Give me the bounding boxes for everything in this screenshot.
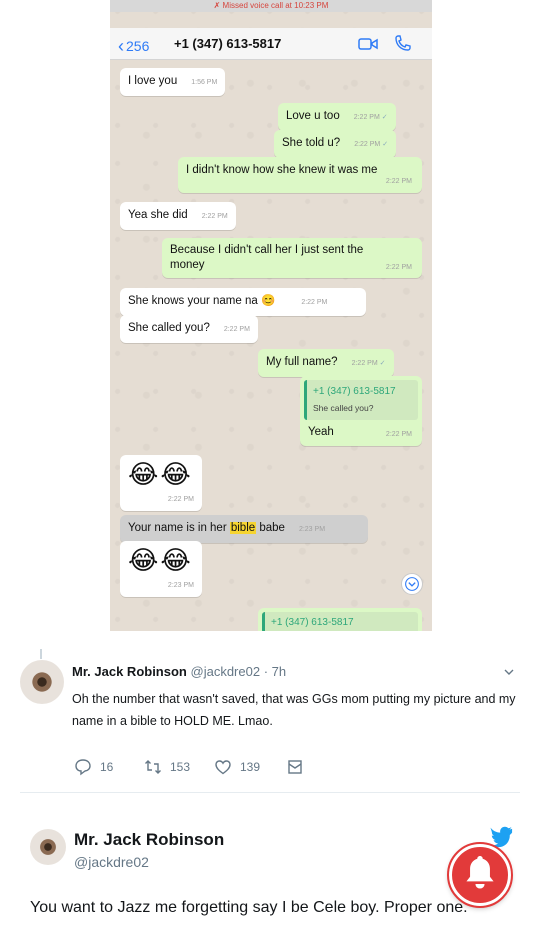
message-time: 2:22 PM	[385, 178, 412, 185]
chat-header: ‹ 256 +1 (347) 613-5817	[110, 28, 432, 60]
quoted-message[interactable]: +1 (347) 613-5817	[262, 612, 418, 631]
message-outgoing: I didn't know how she knew it was me 2:2…	[178, 157, 422, 193]
tweet-age: · 7h	[263, 664, 287, 679]
reply-button[interactable]: 16	[74, 758, 113, 776]
author-handle: @jackdre02	[190, 664, 261, 679]
message-time: 2:22 PM	[353, 114, 380, 121]
message-outgoing: My full name? 2:22 PM ✓	[258, 349, 394, 377]
like-button[interactable]: 139	[214, 758, 260, 776]
chat-screenshot: ✗ Missed voice call at 10:23 PM ‹ 256 +1 …	[110, 0, 432, 631]
quoted-text: She called you?	[313, 403, 374, 413]
share-button[interactable]	[286, 758, 304, 776]
quoted-sender: +1 (347) 613-5817	[271, 617, 354, 628]
laughing-emoji-icon: 😂😂	[128, 460, 193, 490]
message-text: She told u?	[282, 137, 341, 149]
message-text-line: Because I didn't call her I just sent th…	[170, 244, 364, 256]
read-ticks-icon: ✓	[382, 141, 389, 148]
tweet-text-line: Oh the number that wasn't saved, that wa…	[72, 692, 516, 706]
message-incoming: Yea she did 2:22 PM	[120, 202, 236, 230]
message-text: babe	[256, 522, 285, 534]
reply-count: 16	[100, 760, 114, 774]
message-time: 2:22 PM	[301, 299, 328, 306]
message-time: 1:56 PM	[191, 79, 218, 86]
message-text: I love you	[128, 75, 178, 87]
chevron-down-icon	[405, 577, 419, 591]
laughing-emoji-icon: 😂😂	[128, 546, 193, 576]
message-outgoing: She told u? 2:22 PM ✓	[274, 130, 397, 158]
avatar[interactable]	[30, 829, 66, 865]
message-outgoing-reply: +1 (347) 613-5817 She called you? Yeah 2…	[300, 376, 422, 446]
author-handle[interactable]: @jackdre02	[74, 854, 149, 870]
notification-bell-button[interactable]	[447, 842, 513, 908]
chevron-down-icon[interactable]	[503, 666, 515, 678]
retweet-count: 153	[170, 760, 191, 774]
quoted-sender: +1 (347) 613-5817	[313, 386, 396, 397]
heart-icon	[215, 760, 231, 775]
message-incoming: I love you 1:56 PM	[120, 68, 226, 96]
message-text: She knows your name na	[128, 295, 258, 307]
message-outgoing-reply: +1 (347) 613-5817	[258, 608, 422, 631]
missed-call-icon: ✗	[213, 1, 223, 10]
message-time: 2:22 PM	[201, 213, 228, 220]
message-time: 2:22 PM	[385, 264, 412, 271]
like-count: 139	[240, 760, 261, 774]
message-text: Love u too	[286, 110, 340, 122]
chevron-left-icon: ‹	[118, 36, 124, 56]
divider	[20, 792, 520, 793]
message-outgoing: Love u too 2:22 PM ✓	[278, 103, 396, 131]
message-outgoing: Because I didn't call her I just sent th…	[162, 238, 422, 278]
tweet-text: Oh the number that wasn't saved, that wa…	[72, 688, 516, 732]
read-ticks-icon: ✓	[379, 360, 386, 367]
message-time: 2:22 PM	[351, 360, 378, 367]
message-text: My full name?	[266, 356, 338, 368]
thread-line	[40, 649, 42, 659]
missed-call-banner: ✗ Missed voice call at 10:23 PM	[110, 0, 432, 12]
message-incoming: Your name is in her bible babe 2:23 PM	[120, 515, 368, 543]
retweet-icon	[145, 760, 161, 774]
phone-call-icon[interactable]	[394, 34, 412, 52]
message-text: She called you?	[128, 322, 210, 334]
quoted-message[interactable]: +1 (347) 613-5817 She called you?	[304, 380, 418, 420]
bell-icon	[466, 856, 494, 889]
message-incoming-emoji: 😂😂 2:22 PM	[120, 455, 202, 511]
page: ✗ Missed voice call at 10:23 PM ‹ 256 +1 …	[0, 0, 540, 929]
reply-icon	[75, 759, 91, 776]
author-name[interactable]: Mr. Jack Robinson	[74, 830, 224, 850]
twitter-bird-icon[interactable]	[490, 826, 514, 848]
message-incoming: She called you? 2:22 PM	[120, 315, 258, 343]
retweet-button[interactable]: 153	[144, 758, 190, 776]
back-count: 256	[126, 38, 150, 54]
message-text-line: money	[170, 259, 205, 271]
back-button[interactable]: ‹ 256	[118, 35, 149, 56]
video-call-icon[interactable]	[358, 37, 378, 51]
author-name: Mr. Jack Robinson	[72, 664, 187, 679]
contact-name: +1 (347) 613-5817	[174, 36, 282, 51]
scroll-down-button[interactable]	[401, 573, 423, 595]
highlighted-word: bible	[229, 522, 257, 534]
message-time: 2:23 PM	[298, 526, 326, 533]
avatar[interactable]	[20, 660, 64, 704]
missed-call-text: Missed voice call at 10:23 PM	[222, 1, 329, 10]
message-time: 2:22 PM	[385, 431, 412, 438]
tweet-text-line: name in a bible to HOLD ME. Lmao.	[72, 714, 273, 728]
message-incoming: She knows your name na 😊 2:22 PM	[120, 288, 366, 316]
message-text: Yea she did	[128, 209, 188, 221]
message-time: 2:22 PM	[167, 496, 194, 503]
smile-emoji-icon: 😊	[260, 295, 276, 307]
read-ticks-icon: ✓	[381, 114, 388, 121]
message-time: 2:22 PM	[223, 326, 250, 333]
envelope-icon	[288, 760, 302, 774]
tweet-author[interactable]: Mr. Jack Robinson @jackdre02 · 7h	[72, 664, 286, 679]
message-text: Your name is in her	[128, 522, 230, 534]
message-time: 2:22 PM	[354, 141, 381, 148]
message-time: 2:23 PM	[167, 582, 194, 589]
message-text: I didn't know how she knew it was me	[186, 164, 378, 176]
message-incoming-emoji: 😂😂 2:23 PM	[120, 541, 202, 597]
tweet-text: You want to Jazz me forgetting say I be …	[30, 899, 468, 916]
